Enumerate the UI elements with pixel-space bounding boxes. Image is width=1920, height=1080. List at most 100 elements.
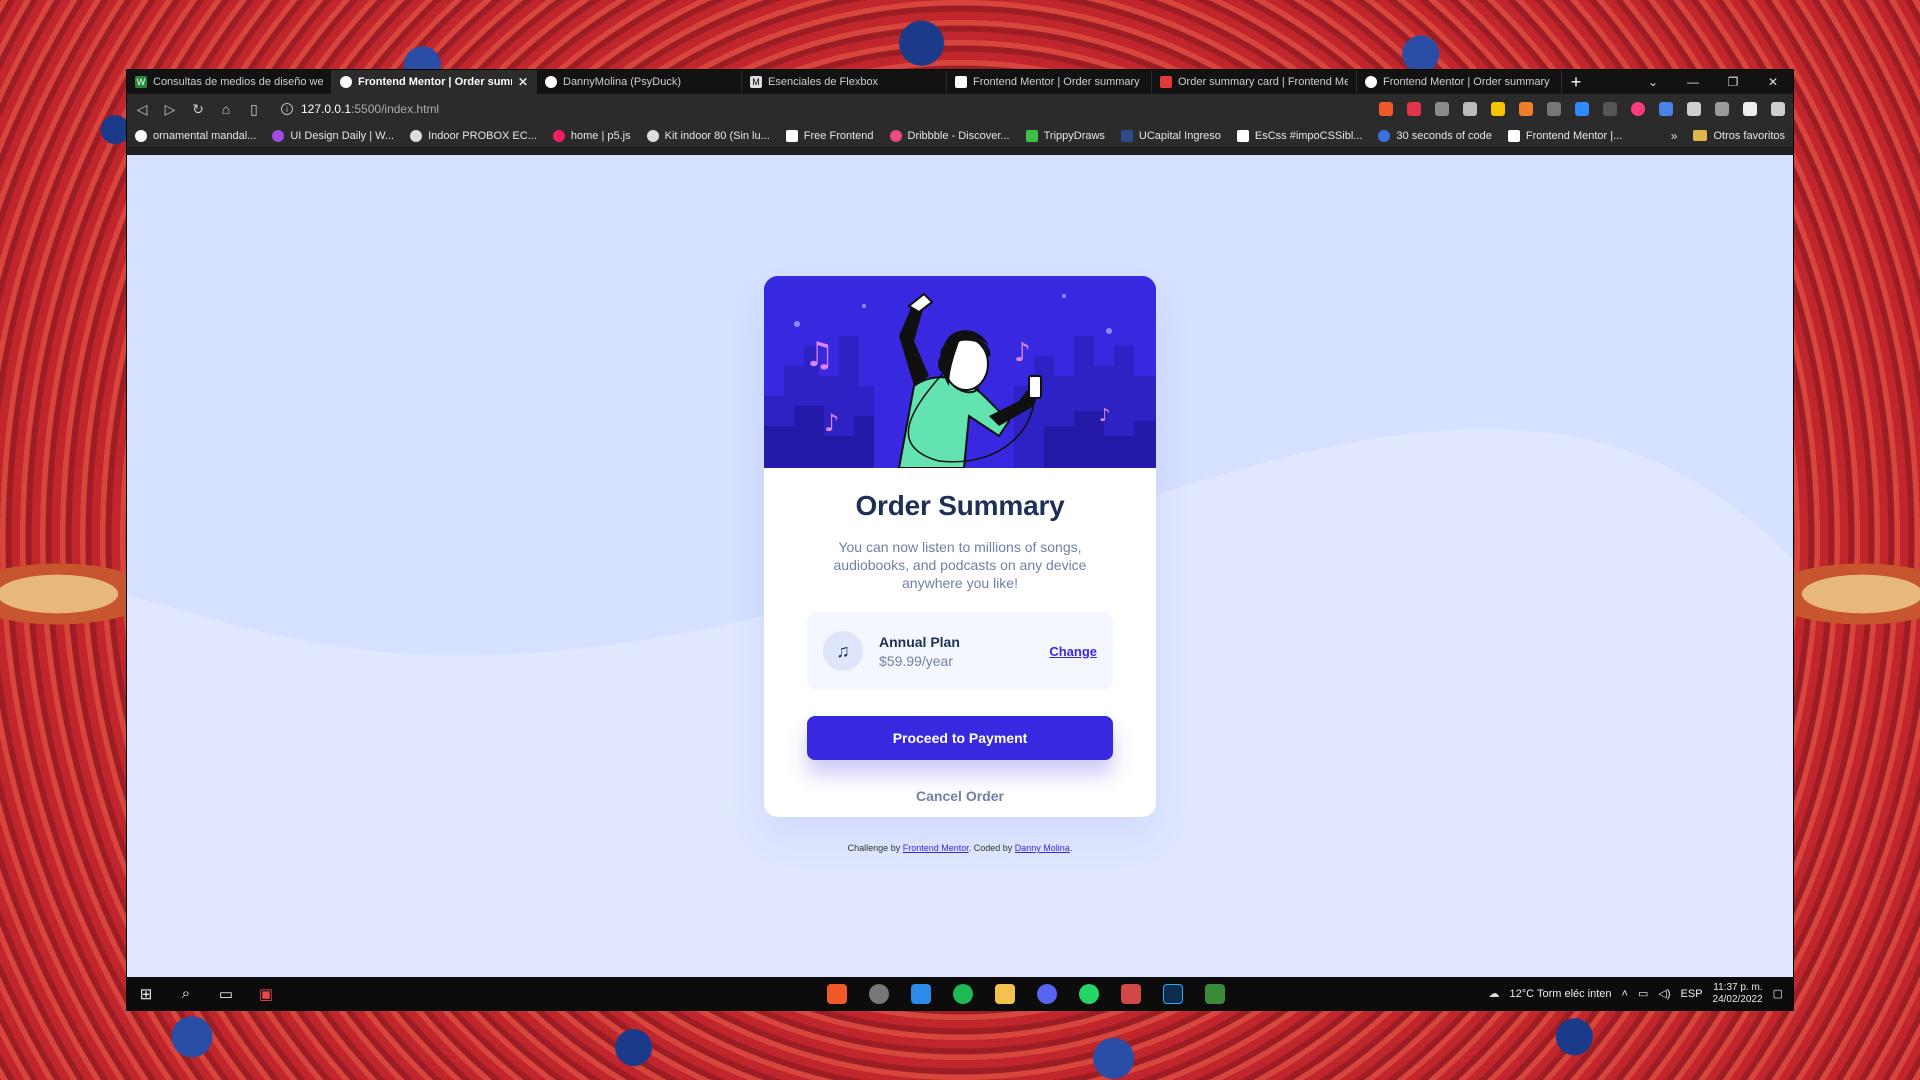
tray-chevron-icon[interactable]: ˄ [1622,988,1628,1000]
brave-shield-icon[interactable] [1379,102,1393,116]
close-window-icon[interactable]: ✕ [1753,70,1793,94]
browser-toolbar: ◁ ▷ ↻ ⌂ ▯ i 127.0.0.1:5500/index.html [127,94,1793,124]
other-bookmarks-folder[interactable]: Otros favoritos [1693,130,1785,142]
tab-4[interactable]: Frontend Mentor | Order summary ca [947,70,1152,94]
bookmark-item[interactable]: UCapital Ingreso [1120,129,1221,142]
bookmark-label: Frontend Mentor |... [1525,129,1623,142]
extension-icon[interactable] [1491,102,1505,116]
tab-5[interactable]: Order summary card | Frontend Men [1152,70,1357,94]
puzzle-icon[interactable] [1687,102,1701,116]
attribution: Challenge by Frontend Mentor. Coded by D… [127,843,1793,853]
app-icon[interactable] [1205,983,1225,1004]
download-icon[interactable] [1435,102,1449,116]
folder-icon [1693,130,1708,141]
windows-start-icon[interactable]: ⊞ [137,985,155,1003]
bookmark-label: Dribbble - Discover... [907,129,1010,142]
info-icon[interactable]: i [281,103,293,115]
extension-icon[interactable] [1603,102,1617,116]
tab-0[interactable]: W Consultas de medios de diseño web r [127,70,332,94]
proceed-to-payment-button[interactable]: Proceed to Payment [807,716,1113,760]
home-icon[interactable]: ⌂ [219,101,233,117]
author-link[interactable]: Danny Molina [1015,843,1070,853]
notifications-icon[interactable]: ▢ [1773,987,1783,1000]
restore-icon[interactable]: ❐ [1713,70,1753,94]
clock[interactable]: 11:37 p. m. 24/02/2022 [1713,982,1763,1006]
browser-window: W Consultas de medios de diseño web r Fr… [127,70,1793,1010]
order-summary-card: ♫ ♪ ♪ ♪ Order Summary You can now listen… [764,276,1156,817]
dancing-person-illustration: ♫ ♪ ♪ ♪ [764,276,1156,468]
language-indicator[interactable]: ESP [1681,988,1703,1000]
bookmark-item[interactable]: EsCss #impoCSSibl... [1236,129,1363,142]
back-icon[interactable]: ◁ [135,101,149,118]
spotify-icon[interactable] [953,983,973,1004]
close-tab-icon[interactable]: ✕ [518,75,528,89]
tab-1[interactable]: Frontend Mentor | Order summa ✕ [332,70,537,94]
menu-icon[interactable] [1771,102,1785,116]
hero-illustration: ♫ ♪ ♪ ♪ [764,276,1156,468]
weather-icon[interactable]: ☁ [1489,987,1500,1000]
frontend-mentor-link[interactable]: Frontend Mentor [903,843,969,853]
other-bookmarks-label: Otros favoritos [1713,129,1785,142]
ucapital-icon [1120,129,1133,142]
tab-3[interactable]: M Esenciales de Flexbox [742,70,947,94]
bookmark-item[interactable]: TrippyDraws [1025,129,1105,142]
brave-rewards-icon[interactable] [1407,102,1421,116]
extension-icon[interactable] [1631,102,1645,116]
bookmark-item[interactable]: Kit indoor 80 (Sin lu... [646,129,770,142]
tab-6[interactable]: Frontend Mentor | Order summary ca [1357,70,1562,94]
clock-date: 24/02/2022 [1712,993,1763,1005]
bookmark-item[interactable]: Dribbble - Discover... [889,129,1010,142]
whatsapp-icon[interactable] [1079,983,1099,1004]
network-icon[interactable]: ▭ [1638,987,1648,1000]
brave-browser-icon[interactable] [827,983,847,1004]
vscode-icon[interactable] [911,983,931,1004]
volume-icon[interactable]: ◁) [1658,987,1670,1000]
extension-icon[interactable] [1659,102,1673,116]
extension-icon[interactable] [1463,102,1477,116]
search-icon[interactable]: ⌕ [177,985,195,1002]
weather-text[interactable]: 12°C Torm eléc inten [1510,988,1612,1000]
bookmark-item[interactable]: home | p5.js [552,129,631,142]
globe-icon [646,129,659,142]
card-title: Order Summary [855,490,1065,521]
bookmarks-bar: ornamental mandal... UI Design Daily | W… [127,124,1793,148]
extension-icon[interactable] [1575,102,1589,116]
file-explorer-icon[interactable] [995,983,1015,1004]
tab-2[interactable]: DannyMolina (PsyDuck) [537,70,742,94]
bookmark-item[interactable]: 30 seconds of code [1378,129,1492,142]
reload-icon[interactable]: ↻ [191,101,205,118]
app-icon[interactable] [1121,983,1141,1004]
cancel-order-button[interactable]: Cancel Order [916,788,1004,804]
bookmark-label: UCapital Ingreso [1138,129,1221,142]
bookmarks-overflow-button[interactable]: » [1671,129,1678,143]
bookmark-item[interactable]: Free Frontend [785,129,874,142]
minimize-icon[interactable]: — [1673,70,1713,94]
forward-icon[interactable]: ▷ [163,101,177,118]
bookmark-label: Free Frontend [803,129,874,142]
uidesign-icon [272,129,285,142]
bookmark-label: EsCss #impoCSSibl... [1254,129,1363,142]
extension-icon[interactable] [1519,102,1533,116]
address-bar[interactable]: i 127.0.0.1:5500/index.html [275,97,1355,121]
bookmark-item[interactable]: UI Design Daily | W... [272,129,394,142]
wallet-icon[interactable] [1715,102,1729,116]
plan-price: $59.99/year [879,652,953,669]
pinned-app-icon[interactable]: ▣ [257,985,275,1003]
bookmark-item[interactable]: ornamental mandal... [135,129,256,142]
change-plan-link[interactable]: Change [1049,644,1097,659]
globe-icon [340,76,352,88]
tab-search-icon[interactable]: ⌄ [1633,70,1673,94]
bookmark-item[interactable]: Frontend Mentor |... [1507,129,1623,142]
task-view-icon[interactable]: ▭ [217,985,235,1003]
extension-icon[interactable] [1547,102,1561,116]
globe-icon [1365,76,1377,88]
tab-strip: W Consultas de medios de diseño web r Fr… [127,70,1793,94]
bookmark-icon[interactable]: ▯ [247,101,261,118]
new-tab-button[interactable]: + [1562,70,1590,94]
extension-icon[interactable] [1743,102,1757,116]
photoshop-icon[interactable] [1163,983,1183,1004]
timer-icon[interactable] [869,983,889,1004]
bookmark-item[interactable]: Indoor PROBOX EC... [410,129,537,142]
card-description: You can now listen to millions of songs,… [833,539,1087,591]
discord-icon[interactable] [1037,983,1057,1004]
